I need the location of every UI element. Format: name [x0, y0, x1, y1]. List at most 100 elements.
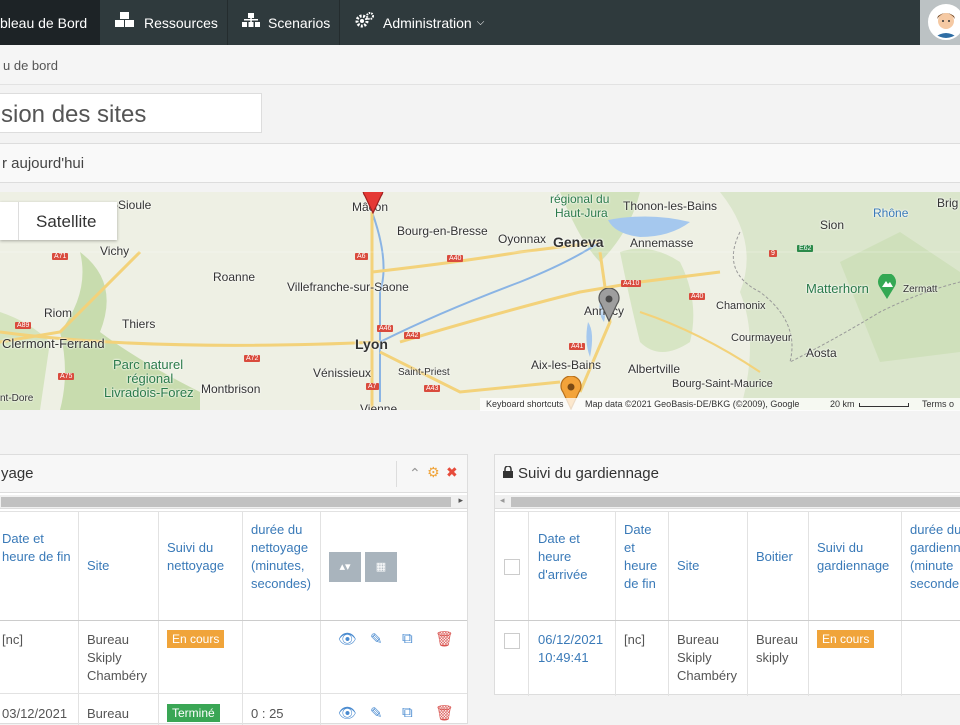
road-label: A6	[355, 253, 368, 260]
column-header-arrival[interactable]: Date et heure d'arrivée	[538, 530, 608, 584]
road-label: A72	[244, 355, 261, 362]
map-scale-label: 20 km	[830, 399, 855, 409]
scrollbar-thumb[interactable]	[511, 497, 960, 507]
map-scale-bar	[859, 403, 909, 407]
section-header: r aujourd'hui	[0, 143, 960, 183]
map-label: Chamonix	[716, 300, 766, 312]
table-header-divider	[495, 620, 960, 621]
user-avatar[interactable]	[928, 4, 960, 40]
map-attribution: Keyboard shortcuts Map data ©2021 GeoBas…	[480, 398, 960, 411]
map-label: Matterhorn	[806, 281, 869, 296]
road-label: A75	[58, 373, 75, 380]
map-label: régional	[127, 371, 174, 386]
cogs-icon	[355, 12, 375, 33]
edit-pencil-icon[interactable]: ✎	[370, 704, 383, 722]
column-header-guarding-status[interactable]: Suivi du gardiennage	[817, 539, 897, 575]
horizontal-scrollbar[interactable]: ▸	[0, 495, 467, 509]
road-label: A71	[52, 253, 69, 260]
map-label: Oyonnax	[498, 232, 547, 246]
nav-tab-label: Scenarios	[268, 14, 331, 31]
map-marker-gray-icon[interactable]	[598, 288, 620, 322]
map-type-option[interactable]	[0, 202, 19, 240]
nav-tab-scenarios[interactable]: Scenarios	[242, 0, 330, 45]
breadcrumb: u de bord	[0, 45, 960, 85]
map-poi-mountain-icon[interactable]	[877, 274, 897, 300]
duplicate-icon[interactable]: ⧉	[402, 630, 413, 647]
panel-title: Suivi du gardiennage	[518, 465, 659, 482]
nav-separator	[339, 0, 340, 45]
map-label: Saint-Priest	[398, 367, 450, 378]
horizontal-scrollbar[interactable]: ◂	[495, 495, 960, 509]
scroll-left-icon[interactable]: ◂	[500, 495, 505, 506]
cell-box: Bureau skiply	[756, 632, 798, 665]
cell-site: Bureau Skiply Chambéry	[677, 632, 737, 683]
breadcrumb-label[interactable]: u de bord	[3, 58, 58, 73]
collapse-icon[interactable]: ⌃	[409, 465, 421, 482]
map-type-toggle[interactable]: Satellite	[0, 202, 117, 240]
map-label: Riom	[44, 306, 73, 320]
page-title: sion des sites	[1, 101, 147, 128]
map-label: Albertville	[628, 362, 681, 376]
map-label: Aosta	[806, 346, 837, 360]
row-checkbox[interactable]	[504, 633, 520, 649]
select-all-checkbox[interactable]	[504, 559, 520, 575]
nav-tab-administration[interactable]: Administration ⌵	[355, 0, 484, 45]
lock-icon	[503, 465, 513, 481]
map-label: Montbrison	[201, 382, 261, 396]
map-view[interactable]: r-Sioule Mâcon Bourg-en-Bresse Oyonnax G…	[0, 192, 960, 410]
guarding-panel: Suivi du gardiennage ◂ Date et heure d'a…	[494, 454, 960, 696]
road-label: 9	[769, 250, 777, 257]
satellite-button[interactable]: Satellite	[36, 212, 96, 232]
scroll-right-icon[interactable]: ▸	[458, 495, 463, 506]
column-chooser-button[interactable]: ▦	[365, 552, 397, 582]
map-label: Roanne	[213, 270, 256, 284]
close-icon[interactable]: ✖	[446, 464, 458, 481]
column-header-end[interactable]: Date et heure de fin	[624, 521, 664, 593]
map-data-credit: Map data ©2021 GeoBasis-DE/BKG (©2009), …	[585, 399, 800, 409]
panel-header-divider	[396, 461, 397, 487]
column-divider	[668, 511, 669, 696]
delete-trash-icon[interactable]: 🗑	[435, 704, 454, 722]
status-badge: En cours	[817, 630, 875, 648]
view-eye-icon[interactable]: 👁	[338, 704, 357, 722]
column-divider	[615, 511, 616, 696]
sort-toggle-button[interactable]: ▴▾	[329, 552, 361, 582]
sitemap-icon	[242, 13, 260, 32]
cell-site: Bureau Skiply Chambéry	[87, 632, 147, 683]
duplicate-icon[interactable]: ⧉	[402, 704, 413, 721]
column-header-site[interactable]: Site	[87, 557, 109, 575]
cell-end: [nc]	[624, 632, 645, 647]
column-divider	[528, 511, 529, 696]
column-header-cleaning-status[interactable]: Suivi du nettoyage	[167, 539, 237, 575]
gear-icon[interactable]: ⚙	[427, 464, 440, 481]
road-label: A40	[689, 293, 706, 300]
map-label: Bourg-en-Bresse	[397, 224, 488, 238]
column-divider	[747, 511, 748, 696]
road-label: A410	[621, 280, 642, 287]
road-label: A43	[424, 385, 441, 392]
column-header-site[interactable]: Site	[677, 557, 699, 575]
keyboard-shortcuts-link[interactable]: Keyboard shortcuts	[486, 399, 564, 409]
cleaning-panel: yage ⌃ ⚙ ✖ ▸ Date et heure de fin Site S…	[0, 454, 468, 725]
nav-tab-label: Administration	[383, 14, 472, 31]
cell-arrival[interactable]: 06/12/2021 10:49:41	[538, 631, 613, 667]
column-divider	[808, 511, 809, 696]
view-eye-icon[interactable]: 👁	[338, 630, 357, 648]
avatar-face-icon	[930, 6, 960, 38]
map-label: Vienne	[360, 402, 398, 410]
edit-pencil-icon[interactable]: ✎	[370, 630, 383, 648]
cell-date-end: [nc]	[2, 632, 23, 647]
nav-tab-resources[interactable]: Ressources	[114, 0, 218, 45]
road-label: A40	[447, 255, 464, 262]
column-header-cleaning-duration[interactable]: durée du nettoyage (minutes, secondes)	[251, 521, 317, 593]
terms-link[interactable]: Terms o	[922, 399, 954, 409]
nav-tab-dashboard[interactable]: bleau de Bord	[0, 0, 100, 45]
road-label: E62	[797, 245, 814, 252]
column-header-guarding-duration[interactable]: durée du gardienn (minute seconde	[910, 521, 960, 593]
column-header-box[interactable]: Boitier	[756, 548, 793, 566]
map-marker-red-icon[interactable]	[362, 192, 384, 214]
panel-header: yage ⌃ ⚙ ✖	[0, 455, 467, 493]
delete-trash-icon[interactable]: 🗑	[435, 630, 454, 648]
column-header-date-end[interactable]: Date et heure de fin	[2, 530, 72, 566]
scrollbar-thumb[interactable]	[1, 497, 451, 507]
